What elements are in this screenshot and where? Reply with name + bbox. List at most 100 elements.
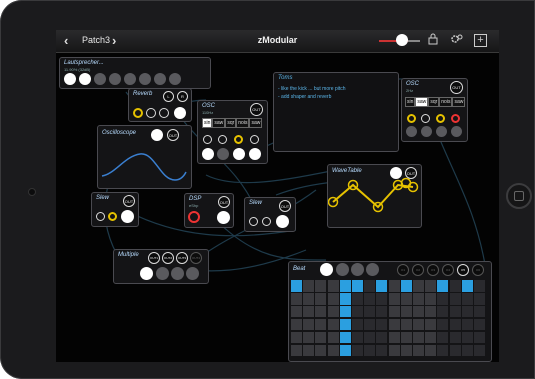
beat-out-port[interactable]: O6 — [472, 264, 484, 276]
step-cell[interactable] — [461, 305, 473, 318]
slew1-input[interactable] — [121, 210, 134, 223]
settings-icon[interactable] — [450, 33, 464, 48]
step-cell[interactable] — [291, 331, 302, 344]
module-slew-2[interactable]: Slew OUT — [244, 197, 296, 232]
step-cell[interactable] — [376, 318, 388, 331]
reverb-input[interactable] — [174, 107, 186, 119]
step-cell[interactable] — [437, 280, 449, 292]
step-cell[interactable] — [413, 318, 424, 331]
step-cell[interactable] — [303, 331, 315, 344]
beat-out-port[interactable]: O2 — [412, 264, 424, 276]
step-cell[interactable] — [449, 344, 461, 357]
step-cell[interactable] — [339, 305, 351, 318]
step-cell[interactable] — [364, 331, 376, 344]
step-cell[interactable] — [352, 331, 363, 344]
input-port[interactable] — [124, 73, 136, 85]
slew2-input[interactable] — [276, 215, 289, 228]
slew1-knob[interactable] — [96, 212, 105, 221]
step-cell[interactable] — [352, 305, 363, 318]
wave-tab[interactable]: saw — [212, 118, 226, 128]
wave-tab[interactable]: saw — [452, 97, 466, 107]
step-cell[interactable] — [303, 280, 315, 292]
step-cell[interactable] — [339, 331, 351, 344]
beat-input[interactable] — [336, 263, 349, 276]
step-cell[interactable] — [352, 280, 363, 292]
slew1-out-port[interactable]: OUT — [123, 195, 135, 207]
step-cell[interactable] — [364, 280, 376, 292]
step-cell[interactable] — [352, 292, 363, 305]
step-cell[interactable] — [400, 318, 412, 331]
step-cell[interactable] — [315, 318, 327, 331]
input-port[interactable] — [154, 73, 166, 85]
osc2-port[interactable] — [406, 126, 417, 137]
reverb-right-port[interactable]: R — [177, 91, 188, 102]
input-port[interactable] — [64, 73, 76, 85]
step-cell[interactable] — [339, 318, 351, 331]
multiple-out-port[interactable]: OUT3 — [176, 252, 188, 264]
osc1-port[interactable] — [217, 148, 229, 160]
input-port[interactable] — [79, 73, 91, 85]
beat-out-port[interactable]: O1 — [397, 264, 409, 276]
module-osc-1[interactable]: OSC 110Hz OUT sin saw sqr nois saw — [197, 100, 268, 164]
step-cell[interactable] — [449, 280, 461, 292]
module-wavetable[interactable]: WaveTable OUT — [327, 164, 422, 228]
osc2-knob[interactable] — [407, 114, 416, 123]
module-beat[interactable]: Beat O1 O2 O3 O4 O5 O6 — [288, 261, 492, 362]
add-icon[interactable]: + — [474, 34, 487, 47]
step-cell[interactable] — [327, 318, 339, 331]
wave-tab[interactable]: nois — [439, 97, 453, 107]
slew2-knob[interactable] — [262, 217, 271, 226]
step-cell[interactable] — [461, 344, 473, 357]
osc1-knob[interactable] — [218, 135, 227, 144]
beat-out-port[interactable]: O3 — [427, 264, 439, 276]
step-cell[interactable] — [474, 344, 485, 357]
wavetable-editor[interactable] — [328, 175, 420, 225]
step-cell[interactable] — [327, 280, 339, 292]
module-multiple[interactable]: Multiple OUT1 OUT2 OUT3 OUT4 — [113, 249, 209, 284]
step-cell[interactable] — [449, 292, 461, 305]
wave-tab[interactable]: nois — [236, 118, 250, 128]
multiple-input[interactable] — [171, 267, 184, 280]
osc1-knob[interactable] — [203, 135, 212, 144]
step-cell[interactable] — [461, 280, 473, 292]
osc2-port[interactable] — [451, 126, 462, 137]
oscilloscope-out-port[interactable]: OUT — [167, 129, 179, 141]
step-cell[interactable] — [315, 344, 327, 357]
wave-tab[interactable]: saw — [415, 97, 429, 107]
beat-input[interactable] — [351, 263, 364, 276]
step-cell[interactable] — [474, 318, 485, 331]
step-cell[interactable] — [388, 292, 400, 305]
osc2-knob[interactable] — [436, 114, 445, 123]
step-cell[interactable] — [400, 292, 412, 305]
step-cell[interactable] — [437, 305, 449, 318]
step-cell[interactable] — [461, 331, 473, 344]
step-cell[interactable] — [315, 305, 327, 318]
step-cell[interactable] — [449, 331, 461, 344]
step-cell[interactable] — [327, 344, 339, 357]
volume-slider-knob[interactable] — [396, 34, 408, 46]
multiple-input[interactable] — [186, 267, 199, 280]
step-cell[interactable] — [291, 305, 302, 318]
module-oscilloscope[interactable]: Oscilloscope OUT — [97, 125, 192, 189]
module-osc-2[interactable]: OSC 2Hz OUT sin saw sqr nois saw — [401, 78, 468, 142]
osc1-port[interactable] — [249, 148, 261, 160]
reverb-knob[interactable] — [159, 108, 169, 118]
beat-out-port[interactable]: O4 — [442, 264, 454, 276]
module-loudspeaker[interactable]: Lautsprecher... 11.90% (32dB) — [59, 57, 211, 89]
step-cell[interactable] — [352, 344, 363, 357]
step-cell[interactable] — [413, 280, 424, 292]
step-cell[interactable] — [315, 280, 327, 292]
step-cell[interactable] — [327, 305, 339, 318]
osc1-port[interactable] — [233, 148, 245, 160]
step-cell[interactable] — [425, 344, 437, 357]
step-cell[interactable] — [376, 280, 388, 292]
step-cell[interactable] — [291, 280, 302, 292]
step-cell[interactable] — [425, 331, 437, 344]
slew2-knob[interactable] — [249, 217, 258, 226]
step-cell[interactable] — [364, 305, 376, 318]
input-port[interactable] — [169, 73, 181, 85]
oscilloscope-input[interactable] — [151, 129, 163, 141]
step-cell[interactable] — [303, 344, 315, 357]
step-cell[interactable] — [413, 305, 424, 318]
step-cell[interactable] — [364, 292, 376, 305]
